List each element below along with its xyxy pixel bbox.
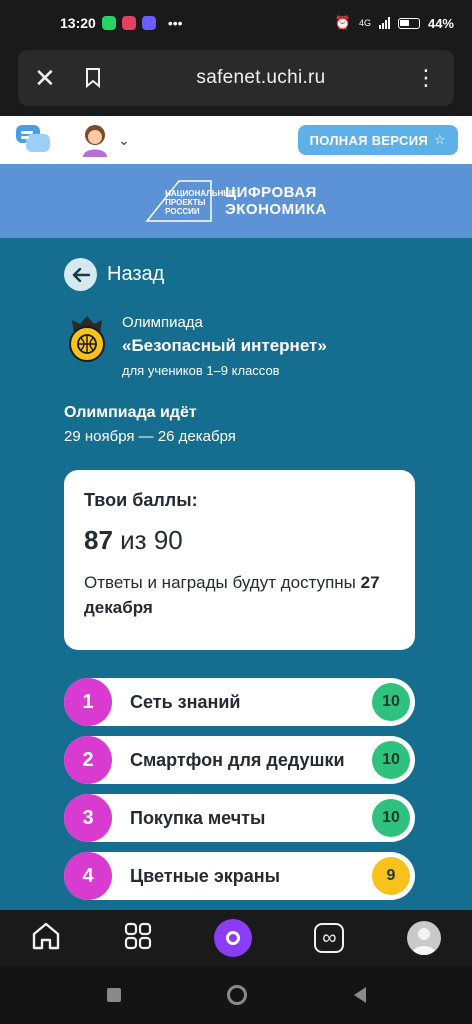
full-version-button[interactable]: ПОЛНАЯ ВЕРСИЯ ☆ [297,125,458,155]
task-name: Покупка мечты [130,807,266,828]
national-project-banner: НАЦИОНАЛЬНЫЕ ПРОЕКТЫ РОССИИ ЦИФРОВАЯ ЭКО… [0,164,472,238]
network-label: 4G [358,18,371,28]
olympiad-info: Олимпиада «Безопасный интернет» для учен… [66,314,327,378]
task-item[interactable]: 2 Смартфон для дедушки 10 [64,736,415,784]
back-label: Назад [107,263,165,285]
url-field[interactable]: safenet.uchi.ru [108,67,414,89]
arrow-left-icon [64,258,97,291]
full-version-label: ПОЛНАЯ ВЕРСИЯ [309,132,429,148]
task-score-badge: 9 [372,857,410,895]
task-name: Смартфон для дедушки [130,749,345,770]
more-notifications-icon: ••• [167,15,183,31]
olympiad-label: Олимпиада [122,314,203,331]
chevron-down-icon[interactable]: ⌄ [118,132,130,149]
task-item[interactable]: 3 Покупка мечты 10 [64,794,415,842]
android-nav-bar [0,966,472,1024]
whatsapp-icon [101,16,116,30]
app-icon [141,16,156,30]
profile-avatar-icon[interactable] [406,921,441,955]
status-dates: 29 ноября — 26 декабря [64,428,236,445]
task-item[interactable]: 4 Цветные экраны 9 [64,852,415,900]
shield-globe-icon [66,314,108,362]
main-content: Назад Олимпиада «Безопасный интернет» дл… [0,238,472,910]
banner-title-line2: ЭКОНОМИКА [225,201,327,218]
score-total: из 90 [112,525,183,555]
task-number: 1 [64,678,112,726]
alice-assistant-icon[interactable] [213,919,252,957]
star-icon: ☆ [434,132,446,147]
battery-icon [397,17,420,29]
site-header: ⌄ ПОЛНАЯ ВЕРСИЯ ☆ [0,116,472,164]
score-note-text: Ответы и награды будут доступны [84,573,361,592]
score-note: Ответы и награды будут доступны 27 декаб… [84,570,395,620]
olympiad-status: Олимпиада идёт 29 ноября — 26 декабря [64,404,236,445]
home-icon[interactable] [31,921,61,956]
national-projects-logo: НАЦИОНАЛЬНЫЕ ПРОЕКТЫ РОССИИ [145,179,237,223]
instagram-icon [121,16,136,30]
signal-icon [378,17,390,29]
task-number: 3 [64,794,112,842]
task-name: Сеть знаний [130,691,241,712]
browser-bottom-nav: ∞ [0,910,472,966]
task-number: 2 [64,736,112,784]
olympiad-name: «Безопасный интернет» [122,336,327,355]
task-name: Цветные экраны [130,865,281,886]
recent-apps-icon[interactable] [106,988,121,1002]
battery-percent: 44% [427,15,454,31]
score-number: 87 [84,525,113,555]
task-number: 4 [64,852,112,900]
browser-bar: ✕ safenet.uchi.ru ⋮ [18,50,454,106]
status-bar: 13:20 ••• ⏰ 4G 44% [0,0,472,46]
task-item[interactable]: 1 Сеть знаний 10 [64,678,415,726]
task-score-badge: 10 [372,683,410,721]
olympiad-grades: для учеников 1–9 классов [122,363,280,378]
bookmark-icon[interactable] [78,68,108,88]
banner-title-line1: ЦИФРОВАЯ [225,184,317,201]
status-time: 13:20 [60,15,96,31]
score-card: Твои баллы: 87 из 90 Ответы и награды бу… [64,470,415,650]
grid-icon[interactable] [124,922,152,955]
score-value: 87 из 90 [84,525,395,556]
task-score-badge: 10 [372,799,410,837]
alarm-icon: ⏰ [334,15,351,30]
task-score-badge: 10 [372,741,410,779]
chat-icon[interactable] [14,123,54,157]
infinity-icon[interactable]: ∞ [314,923,345,953]
score-title: Твои баллы: [84,490,198,510]
banner-sub: НАЦИОНАЛЬНЫЕ ПРОЕКТЫ РОССИИ [165,189,237,216]
banner-title: ЦИФРОВАЯ ЭКОНОМИКА [225,184,327,218]
olympiad-text: Олимпиада «Безопасный интернет» для учен… [122,314,327,378]
android-home-icon[interactable] [227,985,247,1005]
status-title: Олимпиада идёт [64,404,197,421]
avatar[interactable]: ⌄ [80,123,130,157]
menu-dots-icon[interactable]: ⋮ [414,67,438,89]
close-icon[interactable]: ✕ [34,63,64,94]
back-button[interactable]: Назад [64,258,164,291]
back-triangle-icon[interactable] [353,987,366,1003]
